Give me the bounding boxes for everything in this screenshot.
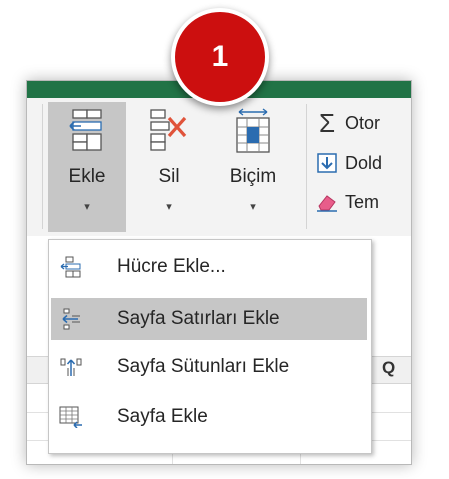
autosum-button[interactable]: Σ Otor — [315, 108, 380, 138]
insert-rows-icon — [51, 298, 91, 340]
insert-columns-icon — [51, 346, 91, 388]
delete-cells-icon — [150, 109, 187, 151]
column-header-q[interactable]: Q — [382, 358, 395, 378]
ribbon-separator — [306, 104, 307, 229]
delete-button[interactable]: Sil ▾ — [130, 102, 208, 232]
autosum-label: Otor — [345, 112, 381, 133]
chevron-down-icon: ▾ — [166, 201, 172, 213]
insert-dropdown-menu: Hücre Ekle... Sayfa Satırları Ekle Sayfa… — [48, 239, 372, 454]
chevron-down-icon: ▾ — [84, 201, 90, 213]
fill-button[interactable]: Dold — [315, 148, 382, 178]
insert-label: Ekle — [68, 166, 106, 187]
delete-label: Sil — [158, 166, 180, 187]
format-label: Biçim — [229, 166, 277, 187]
insert-button[interactable]: Ekle ▾ — [48, 102, 126, 232]
menu-item-insert-sheet-columns[interactable]: Sayfa Sütunları Ekle — [51, 346, 367, 388]
step-number: 1 — [211, 40, 229, 73]
insert-cells-icon — [69, 109, 102, 151]
menu-item-label: Sayfa Satırları Ekle — [117, 308, 280, 329]
menu-item-insert-sheet[interactable]: Sayfa Ekle — [51, 396, 367, 438]
menu-item-insert-sheet-rows[interactable]: Sayfa Satırları Ekle — [51, 298, 367, 340]
eraser-icon — [315, 190, 339, 214]
clear-label: Tem — [345, 191, 380, 212]
sigma-icon: Σ — [318, 107, 336, 138]
insert-cells-icon — [51, 246, 91, 288]
menu-item-insert-cells[interactable]: Hücre Ekle... — [51, 246, 367, 288]
ribbon: Ekle ▾ Sil ▾ Biçim ▾ Σ Otor Dold Tem — [27, 98, 411, 236]
fill-down-icon — [315, 151, 339, 175]
clear-button[interactable]: Tem — [315, 187, 379, 217]
chevron-down-icon: ▾ — [250, 201, 256, 213]
menu-item-label: Sayfa Sütunları Ekle — [117, 356, 290, 377]
insert-sheet-icon — [51, 396, 91, 438]
menu-item-label: Sayfa Ekle — [117, 406, 208, 427]
format-cells-icon — [236, 108, 270, 153]
ribbon-separator — [42, 104, 43, 229]
format-button[interactable]: Biçim ▾ — [214, 102, 292, 232]
fill-label: Dold — [345, 152, 383, 173]
step-callout-badge: 1 — [171, 8, 269, 106]
menu-item-label: Hücre Ekle... — [117, 256, 226, 277]
